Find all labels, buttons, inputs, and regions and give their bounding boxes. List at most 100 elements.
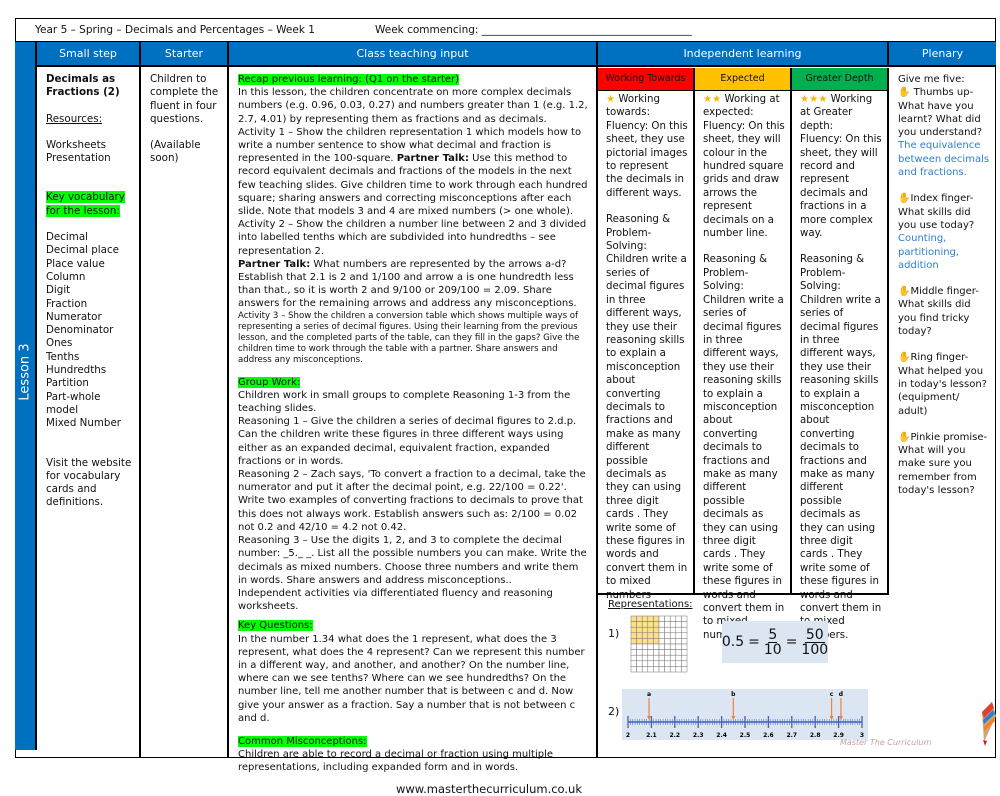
rep-2-label: 2)	[608, 705, 620, 718]
vocab-label: Key vocabulary for the lesson:	[46, 191, 125, 217]
resource-item: Worksheets	[46, 138, 107, 151]
grid-cell	[675, 626, 682, 634]
grid-cell	[658, 660, 665, 667]
fraction-2-numerator: 50	[804, 626, 825, 643]
grid-cell	[647, 621, 654, 628]
grid-cell	[675, 666, 682, 673]
index-finger-prompt: Index finger- What skills did you use to…	[898, 193, 975, 231]
grid-cell	[641, 638, 649, 645]
grid-cell	[669, 643, 677, 650]
group-work-label: Group Work:	[238, 376, 301, 388]
tick-label: 2.7	[786, 732, 797, 739]
grid-cell	[658, 638, 665, 645]
grid-cell	[630, 654, 637, 662]
group-work-text: Children work in small groups to complet…	[238, 389, 571, 415]
fraction-2-denominator: 100	[801, 641, 829, 658]
grid-cell	[658, 643, 665, 650]
resources-label: Resources:	[46, 112, 103, 125]
fluency-text: Fluency: On this sheet, they use pictori…	[606, 120, 688, 199]
hundred-square	[630, 615, 688, 673]
grid-cell	[669, 621, 677, 628]
lesson-bar: Lesson 3	[15, 42, 37, 750]
arrow-label: c	[830, 691, 834, 698]
class-teaching-column: Recap previous learning: (Q1 on the star…	[229, 67, 598, 795]
grid-cell	[647, 643, 654, 650]
starter-text: Children to complete the fluent in four …	[150, 73, 219, 125]
intro-text: In this lesson, the children concentrate…	[238, 87, 588, 125]
hand-icon: ✋	[898, 87, 911, 99]
rep-1-label: 1)	[608, 627, 620, 640]
star-icon: ★	[606, 94, 616, 105]
fraction-1-numerator: 5	[768, 626, 778, 643]
level-content: ★★★ Working at Greater depth: Fluency: On…	[792, 91, 889, 641]
representations-label: Representations:	[608, 599, 693, 610]
star-icon: ★★★	[800, 94, 828, 105]
tick-label: 2	[626, 732, 630, 739]
vocab-item: Partition	[46, 377, 89, 390]
arrow-label: d	[839, 691, 843, 698]
grid-cell	[641, 643, 649, 650]
grid-cell	[630, 626, 637, 634]
grid-cell	[664, 660, 671, 667]
middle-finger-prompt: Middle finger- What skills did you find …	[898, 286, 979, 338]
page-title: Year 5 – Spring – Decimals and Percentag…	[35, 24, 315, 36]
plenary-intro: Give me five:	[898, 74, 965, 85]
vocab-item: Digit	[46, 284, 71, 297]
vocab-item: Decimal	[46, 231, 88, 244]
independent-note: Independent activities via differentiate…	[238, 587, 553, 613]
grid-cell	[658, 654, 665, 662]
level-header: Working Towards	[598, 68, 695, 91]
grid-cell	[636, 643, 643, 650]
visit-website-note: Visit the website for vocabulary cards a…	[46, 456, 132, 509]
hand-icon: ✋	[898, 352, 911, 364]
tick-label: 2.1	[646, 732, 657, 739]
grid-cell	[636, 666, 643, 673]
hand-icon: ✋	[898, 193, 911, 205]
grid-cell	[636, 649, 643, 656]
ring-finger-prompt: Ring finger- What helped you in today's …	[898, 352, 987, 417]
level-header: Expected	[695, 68, 792, 91]
grid-cell	[681, 666, 688, 673]
grid-cell	[630, 649, 637, 656]
grid-cell	[636, 621, 643, 628]
arrow-label: b	[731, 691, 736, 698]
grid-cell	[675, 638, 682, 645]
grid-cell	[653, 626, 660, 634]
vocab-item: Place value	[46, 257, 105, 270]
grid-cell	[669, 649, 677, 656]
grid-cell	[669, 666, 677, 673]
tick-label: 2.8	[810, 732, 821, 739]
grid-cell	[636, 626, 643, 634]
misconceptions-label: Common Misconceptions:	[238, 735, 367, 747]
key-questions-label: Key Questions:	[238, 620, 313, 632]
grid-cell	[664, 649, 671, 656]
pinkie-prompt: Pinkie promise- What will you make sure …	[898, 431, 988, 497]
grid-cell	[641, 626, 649, 634]
level-content: ★ Working towards: Fluency: On this sheet…	[598, 91, 695, 601]
decimal-value: 0.5	[721, 634, 745, 650]
grid-cell	[664, 654, 671, 662]
vocab-item: Mixed Number	[46, 417, 122, 430]
grid-cell	[641, 632, 649, 639]
grid-cell	[681, 615, 688, 622]
week-commencing: Week commencing: _______________________…	[375, 24, 692, 36]
grid-cell	[675, 621, 682, 628]
reasoning-text: Reasoning & Problem-Solving: Children wr…	[606, 214, 688, 601]
reasoning-2: Reasoning 2 – Zach says, 'To convert a f…	[238, 469, 586, 533]
grid-cell	[647, 638, 654, 645]
grid-cell	[647, 615, 654, 622]
thumbs-up-prompt: Thumbs up- What have you learnt? What di…	[898, 87, 983, 139]
website-link[interactable]: www.masterthecurriculum.co.uk	[238, 782, 590, 796]
resource-item: Presentation	[46, 152, 111, 165]
grid-cell	[653, 649, 660, 656]
grid-cell	[681, 660, 688, 667]
fraction-1-denominator: 10	[763, 641, 782, 658]
logo-text: Master The Curriculum	[840, 738, 932, 747]
misconceptions-text: Children are able to record a decimal or…	[238, 749, 553, 774]
key-questions-text: In the number 1.34 what does the 1 repre…	[238, 633, 585, 724]
grid-cell	[653, 643, 660, 650]
fluency-text: Fluency: On this sheet, they will colour…	[703, 120, 785, 240]
header-small-step: Small step	[37, 42, 141, 67]
vocab-item: Column	[46, 270, 86, 283]
grid-cell	[647, 632, 654, 639]
